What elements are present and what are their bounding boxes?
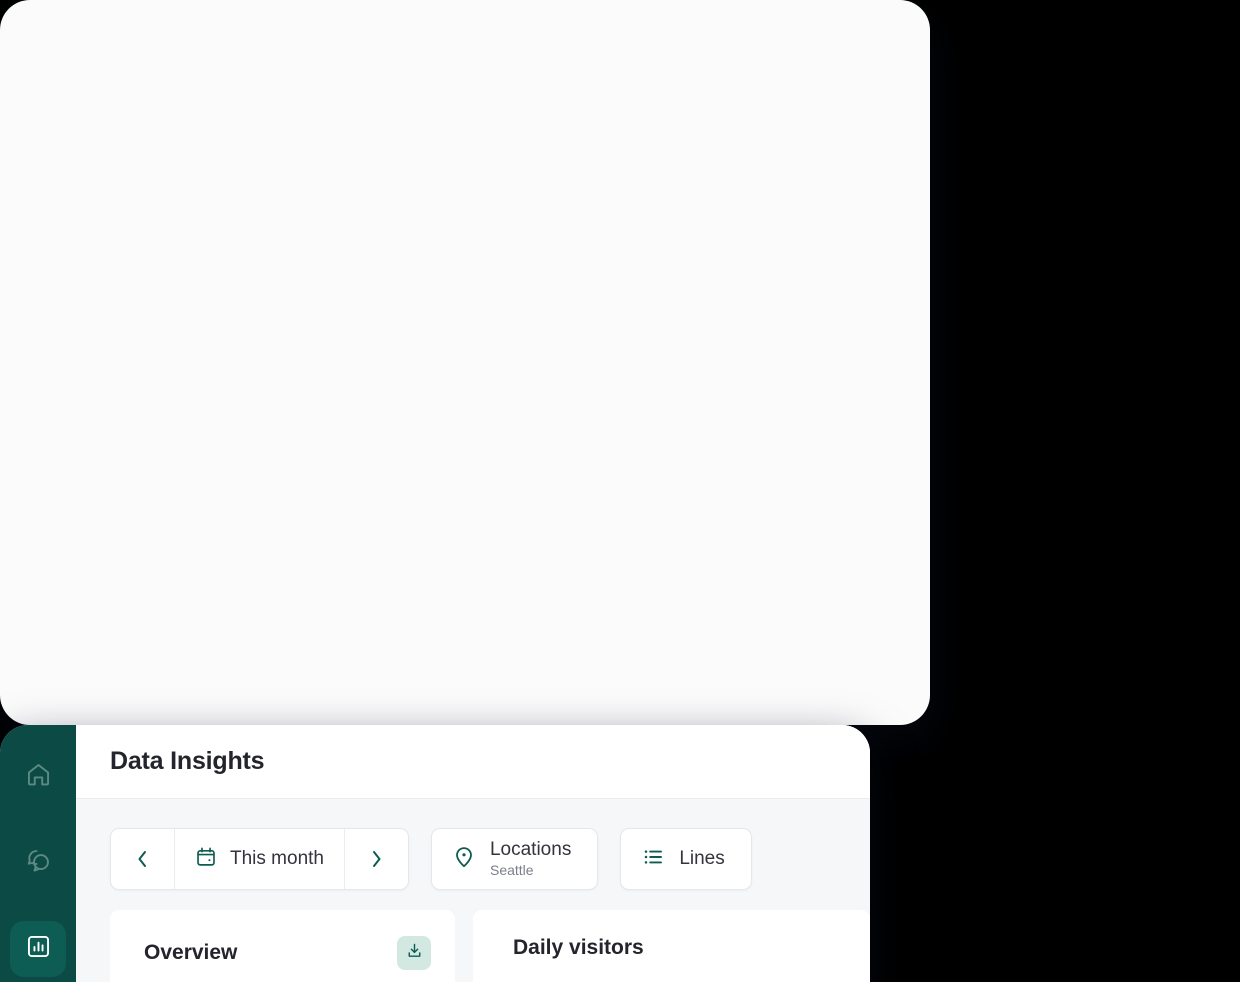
download-icon — [406, 942, 423, 964]
chevron-left-icon — [138, 851, 146, 867]
background-card — [0, 0, 930, 725]
locations-label: Locations — [489, 839, 572, 861]
sidebar-item-messages[interactable] — [10, 835, 66, 891]
locations-filter-button[interactable]: Locations Seattle — [430, 828, 599, 890]
locations-value: Seattle — [489, 861, 534, 878]
calendar-icon — [195, 846, 217, 873]
next-period-button[interactable] — [343, 829, 408, 889]
home-icon — [25, 761, 52, 793]
previous-period-button[interactable] — [111, 829, 175, 889]
title-bar: Data Insights — [76, 725, 870, 799]
map-pin-icon — [452, 845, 476, 874]
date-range-label: This month — [230, 848, 324, 869]
lines-label: Lines — [679, 848, 725, 869]
sidebar — [0, 725, 76, 982]
list-icon — [641, 845, 665, 874]
app-window: Data Insights This month Locations Seatt… — [0, 725, 870, 982]
overview-card: Overview 974 Total vi — [110, 910, 455, 982]
overview-title: Overview — [144, 941, 238, 964]
locations-filter-text: Locations Seattle — [490, 839, 571, 878]
dashboard-content: Overview 974 Total vi — [76, 890, 870, 982]
app-main: Data Insights This month Locations Seatt… — [76, 725, 870, 982]
date-range-control: This month — [110, 828, 409, 890]
overview-header: Overview — [144, 936, 431, 970]
download-button[interactable] — [397, 936, 431, 970]
date-range-display[interactable]: This month — [175, 846, 344, 873]
filters-toolbar: This month Locations Seattle Lines — [76, 799, 870, 890]
sidebar-item-insights[interactable] — [10, 921, 66, 977]
sidebar-item-home[interactable] — [10, 749, 66, 805]
page-title: Data Insights — [110, 747, 265, 775]
lines-filter-button[interactable]: Lines — [620, 828, 752, 890]
screenshot-stage: Data Insights This month Locations Seatt… — [0, 0, 1240, 982]
chevron-right-icon — [372, 851, 381, 867]
bar-chart-icon — [25, 933, 52, 965]
daily-visitors-title: Daily visitors — [513, 936, 644, 959]
chat-bubbles-icon — [25, 847, 52, 879]
daily-visitors-card: Daily visitors Number of visitors 501001… — [473, 910, 870, 982]
